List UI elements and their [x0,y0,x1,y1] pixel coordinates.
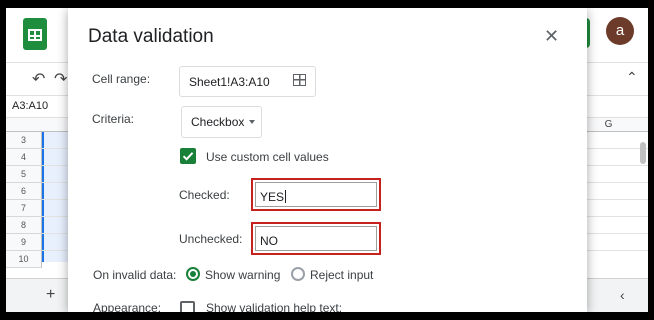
text-cursor [285,190,287,203]
cell-range-input[interactable]: Sheet1!A3:A10 [179,66,316,97]
help-text-checkbox[interactable] [180,301,195,312]
row-number[interactable]: 6 [6,183,42,200]
show-warning-label: Show warning [205,268,281,282]
reject-input-label: Reject input [310,268,374,282]
checkmark-icon [182,152,194,161]
row-number[interactable]: 10 [6,251,42,268]
row-number[interactable]: 9 [6,234,42,251]
checked-value-text: YES [260,190,285,204]
collapse-menu-icon[interactable]: ⌃ [626,69,638,86]
vertical-scrollbar[interactable] [640,142,646,164]
show-warning-radio[interactable] [186,267,200,281]
use-custom-values-label: Use custom cell values [206,150,329,164]
reject-input-radio[interactable] [291,267,305,281]
avatar[interactable]: a [606,17,634,45]
checked-value-input[interactable]: YES [255,182,377,207]
select-range-icon[interactable] [293,74,306,86]
close-icon[interactable]: ✕ [544,26,559,47]
use-custom-values-checkbox[interactable] [180,148,196,164]
add-sheet-button[interactable]: + [46,286,55,304]
redo-icon[interactable]: ↷ [54,69,67,89]
chevron-left-icon[interactable]: ‹ [620,287,625,303]
help-text-label: Show validation help text: [206,301,343,312]
criteria-dropdown[interactable]: Checkbox [181,106,262,138]
unchecked-value-input[interactable]: NO [255,226,377,251]
cell-range-label: Cell range: [92,72,151,86]
row-number[interactable]: 5 [6,166,42,183]
sheets-logo-icon[interactable] [23,18,47,50]
checked-value-highlight: YES [251,178,381,211]
on-invalid-data-label: On invalid data: [93,268,177,282]
data-validation-dialog: Data validation ✕ Cell range: Sheet1!A3:… [68,8,587,312]
cell-range-value: Sheet1!A3:A10 [189,75,270,89]
row-number[interactable]: 7 [6,200,42,217]
undo-icon[interactable]: ↶ [32,69,45,89]
checked-label: Checked: [179,188,230,202]
appearance-label: Appearance: [93,301,162,312]
row-number[interactable]: 3 [6,132,42,149]
unchecked-label: Unchecked: [179,232,243,246]
criteria-label: Criteria: [92,112,135,126]
row-number[interactable]: 8 [6,217,42,234]
row-number[interactable]: 4 [6,149,42,166]
unchecked-value-highlight: NO [251,222,381,255]
criteria-value: Checkbox [191,115,245,129]
column-header-g[interactable]: G [580,118,636,132]
chevron-down-icon [249,120,255,124]
dialog-title: Data validation [88,26,214,47]
